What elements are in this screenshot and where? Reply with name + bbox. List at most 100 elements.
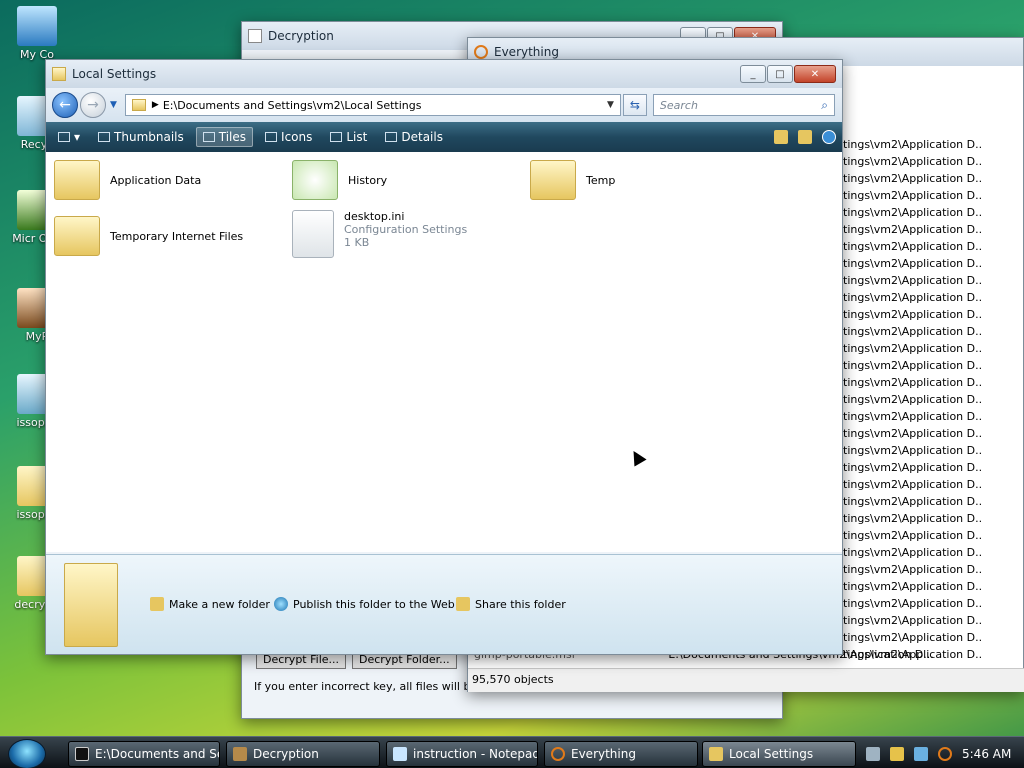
taskbar-button-local-settings[interactable]: Local Settings xyxy=(702,741,856,767)
maximize-button[interactable]: □ xyxy=(767,65,793,83)
computer-icon xyxy=(17,6,57,46)
result-path[interactable]: tings\vm2\Application D... xyxy=(843,459,983,476)
start-button[interactable] xyxy=(8,739,46,768)
mouse-cursor-icon xyxy=(627,447,647,467)
task-label: Make a new folder xyxy=(169,597,270,611)
result-path[interactable]: tings\vm2\Application D... xyxy=(843,646,983,663)
details-pane: Make a new folder Publish this folder to… xyxy=(46,554,842,654)
result-path[interactable]: tings\vm2\Application D... xyxy=(843,340,983,357)
result-path[interactable]: tings\vm2\Application D... xyxy=(843,238,983,255)
taskbar-label: E:\Documents and Se... xyxy=(95,747,219,761)
close-button[interactable]: ✕ xyxy=(794,65,836,83)
search-placeholder: Search xyxy=(659,98,698,112)
minimize-button[interactable]: _ xyxy=(740,65,766,83)
magnifier-icon xyxy=(551,747,565,761)
address-bar[interactable]: ▶ E:\Documents and Settings\vm2\Local Se… xyxy=(124,94,621,116)
magnifier-icon[interactable] xyxy=(938,747,952,761)
result-path[interactable]: tings\vm2\Application D... xyxy=(843,408,983,425)
file-item[interactable]: desktop.ini Configuration Settings 1 KB xyxy=(292,210,467,258)
result-path[interactable]: tings\vm2\Application D... xyxy=(843,357,983,374)
new-folder-icon[interactable] xyxy=(774,130,788,144)
view-label: Icons xyxy=(281,130,313,144)
thumbnails-icon xyxy=(98,132,111,142)
address-path[interactable]: E:\Documents and Settings\vm2\Local Sett… xyxy=(163,99,422,112)
help-icon[interactable] xyxy=(822,130,836,144)
result-path[interactable]: tings\vm2\Application D... xyxy=(843,510,983,527)
new-folder-icon xyxy=(150,597,164,611)
result-path[interactable]: tings\vm2\Application D... xyxy=(843,612,983,629)
forward-button[interactable]: → xyxy=(80,92,106,118)
share-folder-task[interactable]: Share this folder xyxy=(456,597,566,611)
result-path[interactable]: tings\vm2\Application D... xyxy=(843,136,983,153)
item-name: Application Data xyxy=(110,173,202,187)
chevron-down-icon[interactable]: ▼ xyxy=(607,100,614,110)
folder-icon xyxy=(54,216,100,256)
view-icons[interactable]: Icons xyxy=(259,128,318,146)
search-input[interactable]: Search ⌕ xyxy=(652,94,835,116)
folder-item[interactable]: History xyxy=(292,160,387,200)
result-path[interactable]: tings\vm2\Application D... xyxy=(843,255,983,272)
window-title: Decryption xyxy=(268,29,334,43)
history-dropdown-icon[interactable]: ▼ xyxy=(110,100,117,110)
folder-options-icon[interactable] xyxy=(798,130,812,144)
window-title: Everything xyxy=(494,45,559,59)
folder-icon xyxy=(52,67,66,81)
result-path[interactable]: tings\vm2\Application D... xyxy=(843,170,983,187)
taskbar-button-decryption[interactable]: Decryption xyxy=(226,741,380,767)
breadcrumb-chevron-icon[interactable]: ▶ xyxy=(152,100,159,110)
result-path[interactable]: tings\vm2\Application D... xyxy=(843,204,983,221)
refresh-button[interactable]: ⇆ xyxy=(622,94,647,116)
view-list[interactable]: List xyxy=(324,128,373,146)
result-path[interactable]: tings\vm2\Application D... xyxy=(843,153,983,170)
warning-text: If you enter incorrect key, all files wi… xyxy=(254,680,468,693)
view-label: Thumbnails xyxy=(114,130,184,144)
folder-item[interactable]: Application Data xyxy=(54,160,201,200)
network-icon[interactable] xyxy=(914,747,928,761)
result-path[interactable]: tings\vm2\Application D... xyxy=(843,187,983,204)
view-thumbnails[interactable]: Thumbnails xyxy=(92,128,190,146)
taskbar-button-notepad[interactable]: instruction - Notepad xyxy=(386,741,538,767)
result-path[interactable]: tings\vm2\Application D... xyxy=(843,221,983,238)
result-path[interactable]: tings\vm2\Application D... xyxy=(843,442,983,459)
taskbar-button-7zip[interactable]: E:\Documents and Se... xyxy=(68,741,220,767)
view-details[interactable]: Details xyxy=(379,128,449,146)
result-path[interactable]: tings\vm2\Application D... xyxy=(843,578,983,595)
explorer-window[interactable]: Local Settings _ □ ✕ ← → ▼ ▶ E:\Document… xyxy=(45,59,843,655)
result-path[interactable]: tings\vm2\Application D... xyxy=(843,323,983,340)
result-path[interactable]: tings\vm2\Application D... xyxy=(843,595,983,612)
result-path[interactable]: tings\vm2\Application D... xyxy=(843,374,983,391)
clock[interactable]: 5:46 AM xyxy=(962,747,1011,761)
folder-item[interactable]: Temporary Internet Files xyxy=(54,216,243,256)
result-path[interactable]: tings\vm2\Application D... xyxy=(843,493,983,510)
folder-icon xyxy=(131,99,146,111)
make-new-folder-task[interactable]: Make a new folder xyxy=(150,597,270,611)
result-path[interactable]: tings\vm2\Application D... xyxy=(843,425,983,442)
taskbar-label: Decryption xyxy=(253,747,319,761)
result-path[interactable]: tings\vm2\Application D... xyxy=(843,561,983,578)
result-path[interactable]: tings\vm2\Application D... xyxy=(843,476,983,493)
search-icon[interactable]: ⌕ xyxy=(821,98,828,113)
result-path[interactable]: tings\vm2\Application D... xyxy=(843,544,983,561)
taskbar: E:\Documents and Se... Decryption instru… xyxy=(0,736,1024,768)
folder-item[interactable]: Temp xyxy=(530,160,615,200)
view-label: Tiles xyxy=(218,130,247,144)
back-button[interactable]: ← xyxy=(52,92,78,118)
explorer-titlebar[interactable]: Local Settings _ □ ✕ xyxy=(46,60,842,88)
keyboard-icon[interactable] xyxy=(866,747,880,761)
views-dropdown[interactable]: ▾ xyxy=(52,128,86,146)
result-path[interactable]: tings\vm2\Application D... xyxy=(843,629,983,646)
item-name: Temp xyxy=(586,173,616,187)
result-path[interactable]: tings\vm2\Application D... xyxy=(843,306,983,323)
result-path[interactable]: tings\vm2\Application D... xyxy=(843,527,983,544)
object-count: 95,570 objects xyxy=(472,673,554,686)
system-tray: 5:46 AM xyxy=(860,741,1020,767)
result-path[interactable]: tings\vm2\Application D... xyxy=(843,391,983,408)
view-tiles[interactable]: Tiles xyxy=(195,127,254,147)
taskbar-button-everything[interactable]: Everything xyxy=(544,741,698,767)
desktop-icon-my-computer[interactable]: My Co xyxy=(2,6,72,61)
shield-icon[interactable] xyxy=(890,747,904,761)
result-path[interactable]: tings\vm2\Application D... xyxy=(843,289,983,306)
result-path[interactable]: tings\vm2\Application D... xyxy=(843,272,983,289)
publish-folder-task[interactable]: Publish this folder to the Web xyxy=(274,597,455,611)
list-icon xyxy=(330,132,343,142)
